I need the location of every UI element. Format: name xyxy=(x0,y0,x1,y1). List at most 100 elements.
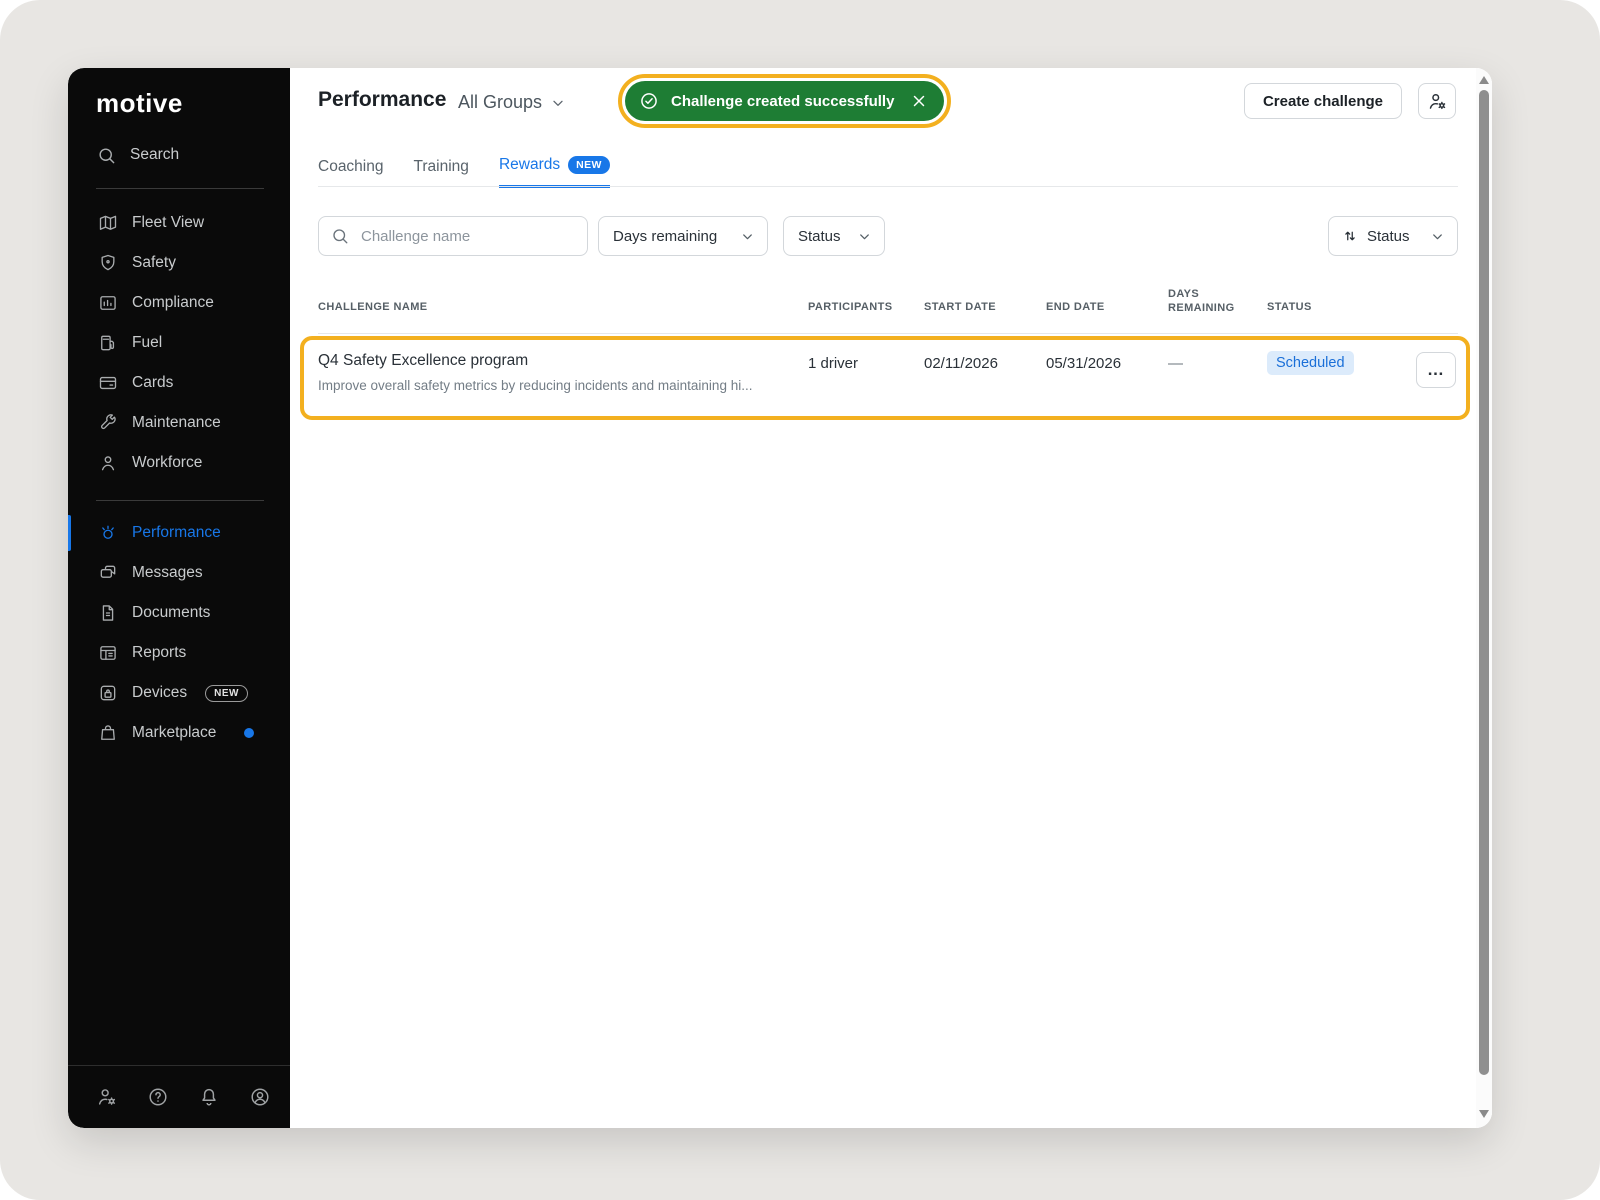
user-settings-button[interactable] xyxy=(1418,83,1456,119)
table-header-divider xyxy=(318,333,1458,334)
sidebar-item-performance[interactable]: Performance xyxy=(68,513,290,553)
close-icon[interactable] xyxy=(910,92,928,110)
credit-card-icon xyxy=(98,373,118,393)
sidebar-item-label: Compliance xyxy=(132,294,214,312)
column-header-participants: PARTICIPANTS xyxy=(808,301,892,313)
search-input[interactable] xyxy=(359,227,575,246)
tab-rewards[interactable]: Rewards NEW xyxy=(499,156,610,188)
group-selector[interactable]: All Groups xyxy=(458,92,566,113)
sidebar-item-search[interactable]: Search xyxy=(96,140,179,170)
account-icon[interactable] xyxy=(244,1081,276,1113)
sidebar-footer-divider xyxy=(68,1065,290,1066)
sidebar-item-devices[interactable]: Devices NEW xyxy=(68,673,290,713)
sidebar: motive Search Fleet View Safety xyxy=(68,68,290,1128)
end-date-cell: 05/31/2026 xyxy=(1046,355,1121,372)
page-title: Performance xyxy=(318,88,446,112)
days-remaining-cell: — xyxy=(1168,355,1183,372)
sidebar-footer xyxy=(91,1081,276,1113)
challenge-description: Improve overall safety metrics by reduci… xyxy=(318,378,752,393)
tabs-divider xyxy=(318,186,1458,187)
column-header-challenge-name: CHALLENGE NAME xyxy=(318,301,428,313)
sidebar-nav-primary: Fleet View Safety Compliance Fuel Cards xyxy=(68,203,290,483)
sidebar-item-cards[interactable]: Cards xyxy=(68,363,290,403)
main-content: Performance All Groups Challenge created… xyxy=(290,68,1492,1128)
sidebar-item-reports[interactable]: Reports xyxy=(68,633,290,673)
bag-icon xyxy=(98,723,118,743)
search-icon xyxy=(96,145,116,165)
sidebar-item-label: Fuel xyxy=(132,334,162,352)
sidebar-item-fleet-view[interactable]: Fleet View xyxy=(68,203,290,243)
wrench-icon xyxy=(98,413,118,433)
report-icon xyxy=(98,643,118,663)
person-icon xyxy=(98,453,118,473)
medal-icon xyxy=(98,523,118,543)
help-icon[interactable] xyxy=(142,1081,174,1113)
status-filter[interactable]: Status xyxy=(783,216,885,256)
sort-label: Status xyxy=(1367,228,1410,245)
sidebar-item-label: Fleet View xyxy=(132,214,204,232)
tab-coaching[interactable]: Coaching xyxy=(318,156,384,188)
devices-icon xyxy=(98,683,118,703)
desktop-background: motive Search Fleet View Safety xyxy=(0,0,1600,1200)
sidebar-item-workforce[interactable]: Workforce xyxy=(68,443,290,483)
document-icon xyxy=(98,603,118,623)
tab-bar: Coaching Training Rewards NEW xyxy=(318,156,610,188)
table-row[interactable]: Q4 Safety Excellence program Improve ove… xyxy=(304,340,1466,416)
sidebar-divider xyxy=(96,500,264,501)
days-remaining-filter[interactable]: Days remaining xyxy=(598,216,768,256)
sidebar-item-label: Workforce xyxy=(132,454,202,472)
scrollbar-down-arrow-icon[interactable] xyxy=(1479,1110,1489,1118)
column-header-end-date: END DATE xyxy=(1046,301,1105,313)
tab-training[interactable]: Training xyxy=(414,156,469,188)
sidebar-item-marketplace[interactable]: Marketplace xyxy=(68,713,290,753)
notifications-bell-icon[interactable] xyxy=(193,1081,225,1113)
sidebar-divider xyxy=(96,188,264,189)
user-gear-icon xyxy=(1427,91,1448,112)
vertical-scrollbar[interactable] xyxy=(1476,68,1492,1128)
sidebar-item-label: Marketplace xyxy=(132,724,216,742)
sidebar-nav-secondary: Performance Messages Documents Reports D… xyxy=(68,513,290,753)
filter-label: Status xyxy=(798,228,841,245)
challenge-search[interactable] xyxy=(318,216,588,256)
sidebar-item-compliance[interactable]: Compliance xyxy=(68,283,290,323)
sort-selector[interactable]: Status xyxy=(1328,216,1458,256)
chat-icon xyxy=(98,563,118,583)
map-icon xyxy=(98,213,118,233)
toast-highlight-ring: Challenge created successfully xyxy=(618,74,951,128)
scrollbar-up-arrow-icon[interactable] xyxy=(1479,76,1489,84)
search-icon xyxy=(331,227,349,245)
sidebar-item-label: Messages xyxy=(132,564,203,582)
check-circle-icon xyxy=(639,91,659,111)
sidebar-item-documents[interactable]: Documents xyxy=(68,593,290,633)
tab-label: Training xyxy=(414,158,469,176)
compliance-icon xyxy=(98,293,118,313)
rewards-new-badge: NEW xyxy=(568,156,610,174)
challenge-name[interactable]: Q4 Safety Excellence program xyxy=(318,352,528,370)
status-badge: Scheduled xyxy=(1267,351,1354,375)
column-header-status: STATUS xyxy=(1267,301,1312,313)
tab-label: Coaching xyxy=(318,158,384,176)
participants-cell: 1 driver xyxy=(808,355,858,372)
success-toast: Challenge created successfully xyxy=(625,81,944,121)
tab-label: Rewards xyxy=(499,156,560,174)
chevron-down-icon xyxy=(1430,229,1445,244)
sidebar-item-label: Performance xyxy=(132,524,221,542)
scrollbar-thumb[interactable] xyxy=(1479,90,1489,1075)
column-header-start-date: START DATE xyxy=(924,301,996,313)
sidebar-item-fuel[interactable]: Fuel xyxy=(68,323,290,363)
sidebar-item-maintenance[interactable]: Maintenance xyxy=(68,403,290,443)
sidebar-item-label: Reports xyxy=(132,644,186,662)
create-challenge-button[interactable]: Create challenge xyxy=(1244,83,1402,119)
user-settings-icon[interactable] xyxy=(91,1081,123,1113)
sidebar-item-label: Cards xyxy=(132,374,173,392)
devices-new-badge: NEW xyxy=(205,685,248,702)
chevron-down-icon xyxy=(740,229,755,244)
row-menu-button[interactable]: … xyxy=(1416,352,1456,388)
filter-label: Days remaining xyxy=(613,228,717,245)
toast-message: Challenge created successfully xyxy=(671,93,894,110)
app-window: motive Search Fleet View Safety xyxy=(68,68,1492,1128)
sort-arrows-icon xyxy=(1341,227,1359,245)
start-date-cell: 02/11/2026 xyxy=(924,355,998,372)
sidebar-item-messages[interactable]: Messages xyxy=(68,553,290,593)
sidebar-item-safety[interactable]: Safety xyxy=(68,243,290,283)
